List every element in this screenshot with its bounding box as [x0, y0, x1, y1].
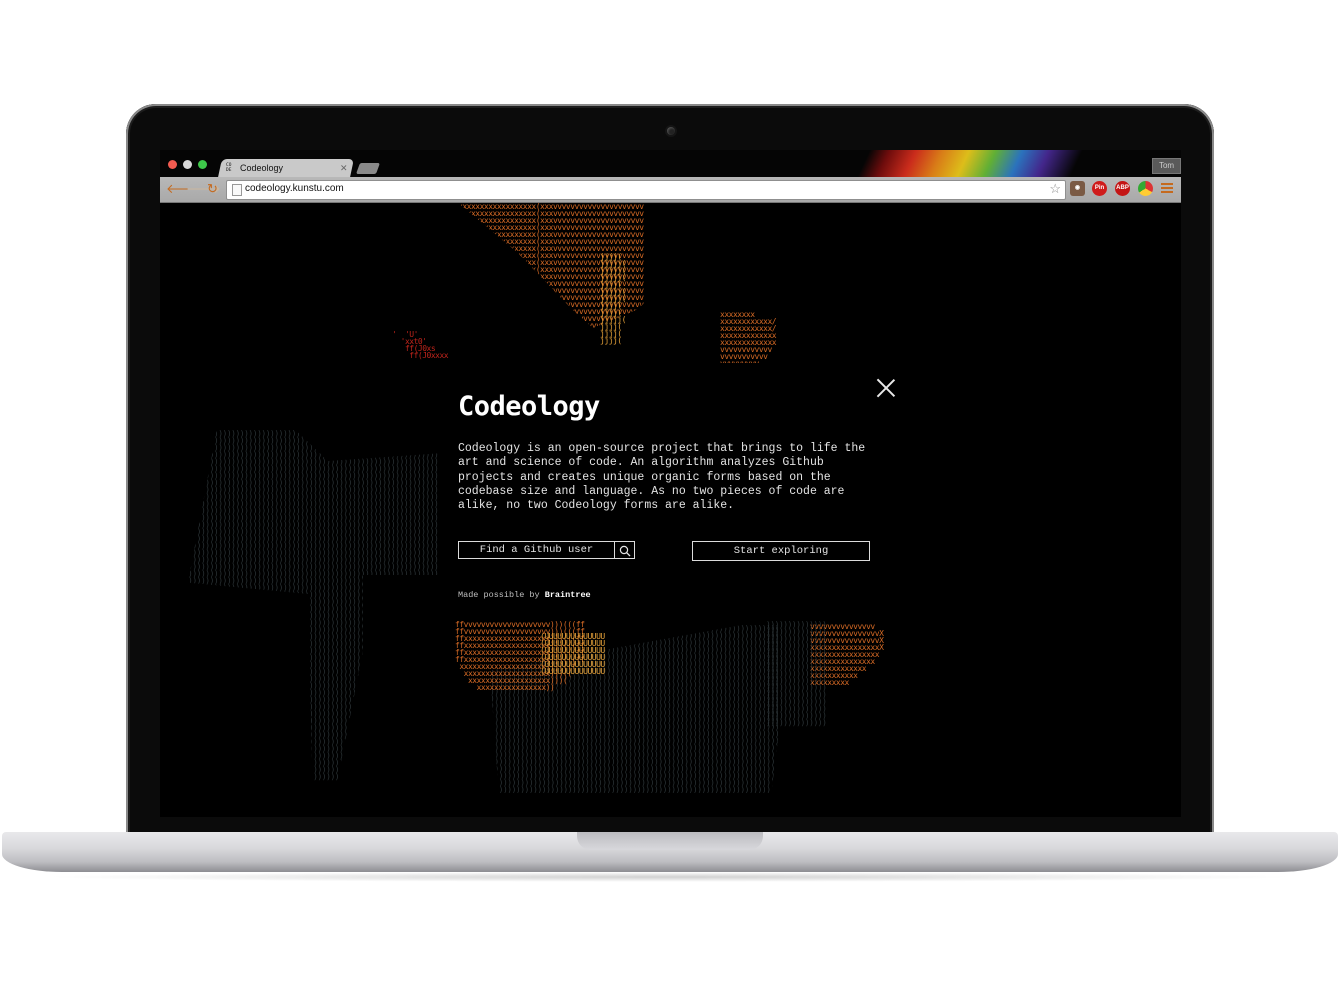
- ascii-art-bottom-core: (UUUUUUUUUUUUUU (UUUUUUUUUUUUUU (UUUUUUU…: [540, 633, 605, 676]
- ascii-art-bottom-right-dark: )))))))))))))) )))))))))))))) ))))))))))…: [766, 621, 826, 727]
- search-button[interactable]: [615, 541, 635, 559]
- screen: CO DE Codeology ✕ Tom 🡐 🡒 ↻ codeology.ku…: [160, 150, 1181, 817]
- credit-prefix: Made possible by: [458, 590, 540, 600]
- ascii-art-top-core: jjjj( jjjjj( jjjjj( jjjjj( jjjj( jjjjj( …: [600, 253, 626, 345]
- tab-strip: CO DE Codeology ✕ Tom: [160, 150, 1181, 177]
- search-icon: [619, 545, 631, 557]
- menu-icon[interactable]: [1161, 183, 1173, 195]
- laptop-notch: [577, 832, 763, 850]
- close-icon[interactable]: [876, 378, 896, 398]
- page-canvas: xxxxxxxxxxxxxxxxxx(xxxvvvvvvvvvvvvvvvvvv…: [160, 203, 1181, 817]
- ascii-art-left: ))))))))))))))))))))))))))))))))))))))))…: [188, 429, 438, 781]
- camera-icon: [667, 127, 675, 135]
- braintree-link[interactable]: Braintree: [545, 590, 591, 600]
- tab-title: Codeology: [240, 163, 284, 173]
- github-user-search-input[interactable]: Find a Github user: [458, 541, 615, 559]
- tab-close-icon[interactable]: ✕: [340, 163, 348, 174]
- adblock-extension-icon[interactable]: ABP: [1115, 181, 1130, 196]
- modal-description: Codeology is an open-source project that…: [458, 442, 866, 513]
- favicon-icon: CO DE: [226, 163, 236, 173]
- favicon-line-2: DE: [226, 168, 232, 173]
- new-tab-button[interactable]: [355, 163, 381, 174]
- theme-rainbow: [810, 150, 1130, 177]
- reload-icon[interactable]: ↻: [207, 181, 218, 197]
- chrome-extension-icon[interactable]: [1138, 181, 1153, 196]
- camera-extension-icon[interactable]: ◉: [1070, 181, 1085, 196]
- minimize-window-button[interactable]: [183, 160, 192, 169]
- ascii-art-wing-right: xxxxxxxx xxxxxxxxxxxx/ xxxxxxxxxxxx/ xxx…: [720, 311, 777, 368]
- tab-content: CO DE Codeology: [222, 159, 350, 177]
- bookmark-star-icon[interactable]: ☆: [1049, 181, 1061, 197]
- profile-button[interactable]: Tom: [1152, 158, 1181, 174]
- modal-title: Codeology: [458, 391, 600, 422]
- zoom-window-button[interactable]: [198, 160, 207, 169]
- pinterest-extension-icon[interactable]: Pin: [1092, 181, 1107, 196]
- credit-line: Made possible by Braintree: [458, 590, 591, 600]
- browser-toolbar: 🡐 🡒 ↻ codeology.kunstu.com ☆ ◉ Pin ABP: [160, 177, 1181, 203]
- ascii-art-bottom-right: vvvvvvvvvvvvvvv vvvvvvvvvvvvvvvvX vvvvvv…: [810, 623, 884, 687]
- laptop-shadow: [40, 872, 1300, 882]
- page-icon: [232, 184, 242, 196]
- url-text: codeology.kunstu.com: [245, 183, 344, 194]
- start-exploring-button[interactable]: Start exploring: [692, 541, 870, 561]
- address-bar[interactable]: codeology.kunstu.com ☆: [226, 180, 1066, 200]
- close-window-button[interactable]: [168, 160, 177, 169]
